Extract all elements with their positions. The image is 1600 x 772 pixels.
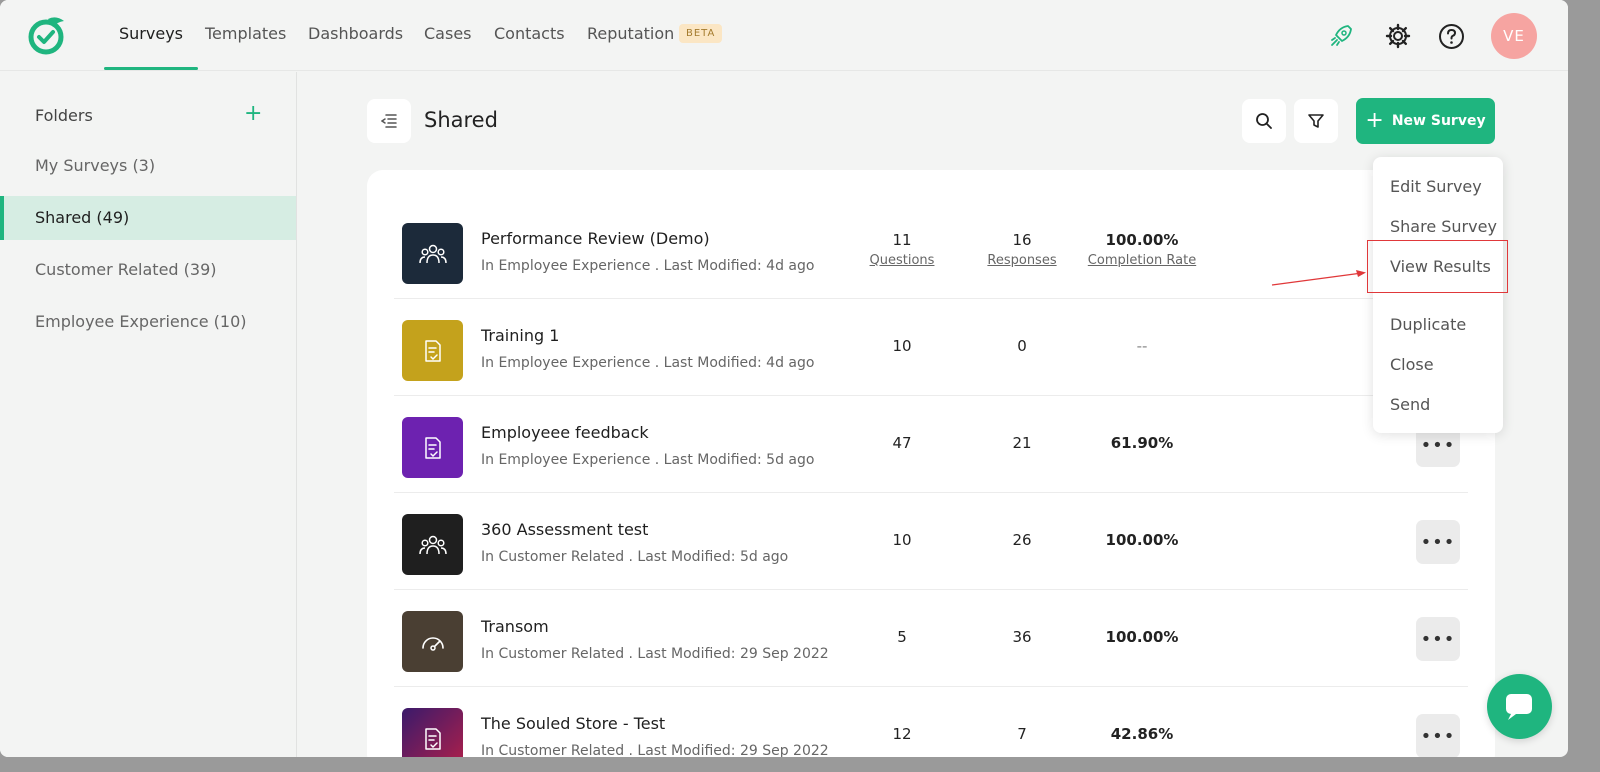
user-avatar[interactable]: VE bbox=[1491, 13, 1537, 59]
menu-send[interactable]: Send bbox=[1390, 395, 1430, 414]
more-options-button[interactable]: ••• bbox=[1416, 714, 1460, 757]
completion-rate: -- bbox=[1136, 337, 1148, 355]
survey-title[interactable]: The Souled Store - Test bbox=[481, 714, 665, 733]
app-window: Surveys Templates Dashboards Cases Conta… bbox=[0, 0, 1568, 757]
rocket-icon[interactable] bbox=[1327, 22, 1355, 50]
completion-rate: 100.00% bbox=[1105, 628, 1179, 646]
responses-count: 36 bbox=[1012, 628, 1032, 646]
completion-rate: 61.90% bbox=[1110, 434, 1174, 452]
completion-rate: 42.86% bbox=[1110, 725, 1174, 743]
survey-title[interactable]: Transom bbox=[481, 617, 549, 636]
survey-thumbnail bbox=[402, 417, 463, 478]
survey-thumbnail bbox=[402, 320, 463, 381]
more-options-button[interactable]: ••• bbox=[1416, 617, 1460, 661]
questions-link[interactable]: Questions bbox=[832, 253, 972, 268]
view-results-highlight bbox=[1367, 240, 1508, 293]
filter-icon bbox=[1308, 114, 1324, 128]
table-row[interactable]: The Souled Store - Test In Customer Rela… bbox=[394, 687, 1468, 757]
survey-meta: In Customer Related . Last Modified: 29 … bbox=[481, 743, 829, 757]
table-row[interactable]: Training 1 In Employee Experience . Last… bbox=[394, 299, 1468, 396]
nav-contacts[interactable]: Contacts bbox=[494, 24, 565, 70]
more-options-button[interactable]: ••• bbox=[1416, 520, 1460, 564]
survey-meta: In Employee Experience . Last Modified: … bbox=[481, 355, 815, 371]
search-icon bbox=[1256, 113, 1272, 129]
responses-link[interactable]: Responses bbox=[952, 253, 1092, 268]
filter-button[interactable] bbox=[1294, 99, 1338, 143]
questions-count: 10 bbox=[892, 531, 912, 549]
document-check-icon bbox=[424, 339, 441, 362]
questions-count: 47 bbox=[892, 434, 912, 452]
gauge-icon bbox=[421, 636, 444, 651]
collapse-sidebar-button[interactable] bbox=[367, 99, 411, 143]
survey-title[interactable]: Employeee feedback bbox=[481, 423, 649, 442]
nav-surveys[interactable]: Surveys bbox=[104, 24, 198, 70]
new-survey-button[interactable]: + New Survey bbox=[1356, 98, 1495, 144]
app-logo-icon[interactable] bbox=[26, 14, 68, 56]
people-icon bbox=[418, 244, 447, 263]
responses-count: 7 bbox=[1017, 725, 1027, 743]
plus-icon: + bbox=[1365, 108, 1384, 133]
page-title: Shared bbox=[424, 108, 498, 132]
nav-dashboards[interactable]: Dashboards bbox=[308, 24, 403, 70]
search-button[interactable] bbox=[1242, 99, 1286, 143]
responses-count: 26 bbox=[1012, 531, 1032, 549]
chat-icon bbox=[1505, 693, 1532, 720]
collapse-icon bbox=[381, 114, 397, 128]
document-check-icon bbox=[424, 436, 441, 459]
questions-count: 11 Questions bbox=[832, 231, 972, 268]
survey-list-card: Performance Review (Demo) In Employee Ex… bbox=[367, 170, 1495, 757]
nav-cases[interactable]: Cases bbox=[424, 24, 472, 70]
gear-icon[interactable] bbox=[1384, 22, 1412, 50]
folders-sidebar: Folders + My Surveys (3) Shared (49) Cus… bbox=[0, 72, 297, 757]
help-icon[interactable] bbox=[1437, 22, 1465, 50]
chat-button[interactable] bbox=[1487, 674, 1552, 739]
completion-rate-link[interactable]: Completion Rate bbox=[1072, 253, 1212, 268]
folder-employee-experience[interactable]: Employee Experience (10) bbox=[0, 300, 296, 344]
folder-shared[interactable]: Shared (49) bbox=[0, 196, 296, 240]
questions-count: 10 bbox=[892, 337, 912, 355]
questions-count: 12 bbox=[892, 725, 912, 743]
folders-title: Folders bbox=[35, 106, 93, 125]
nav-templates[interactable]: Templates bbox=[205, 24, 286, 70]
table-row[interactable]: Employeee feedback In Employee Experienc… bbox=[394, 396, 1468, 493]
completion-rate: 100.00% Completion Rate bbox=[1072, 231, 1212, 268]
menu-edit-survey[interactable]: Edit Survey bbox=[1390, 177, 1482, 196]
menu-duplicate[interactable]: Duplicate bbox=[1390, 315, 1466, 334]
questions-count: 5 bbox=[897, 628, 907, 646]
survey-meta: In Employee Experience . Last Modified: … bbox=[481, 258, 815, 274]
survey-title[interactable]: 360 Assessment test bbox=[481, 520, 648, 539]
survey-thumbnail bbox=[402, 611, 463, 672]
survey-meta: In Employee Experience . Last Modified: … bbox=[481, 452, 815, 468]
table-row[interactable]: Transom In Customer Related . Last Modif… bbox=[394, 590, 1468, 687]
responses-count: 0 bbox=[1017, 337, 1027, 355]
menu-share-survey[interactable]: Share Survey bbox=[1390, 217, 1497, 236]
survey-thumbnail bbox=[402, 708, 463, 757]
add-folder-button[interactable]: + bbox=[244, 102, 262, 126]
beta-badge: BETA bbox=[679, 24, 723, 43]
responses-count: 16 Responses bbox=[952, 231, 1092, 268]
survey-meta: In Customer Related . Last Modified: 29 … bbox=[481, 646, 829, 662]
annotation-arrow-icon bbox=[1271, 270, 1366, 286]
top-navigation: Surveys Templates Dashboards Cases Conta… bbox=[0, 0, 1568, 71]
new-survey-label: New Survey bbox=[1391, 113, 1486, 129]
folder-my-surveys[interactable]: My Surveys (3) bbox=[0, 144, 296, 188]
nav-reputation[interactable]: Reputation bbox=[587, 24, 674, 70]
survey-actions-menu: Edit Survey Share Survey View Results Du… bbox=[1373, 157, 1503, 433]
survey-title[interactable]: Training 1 bbox=[481, 326, 559, 345]
responses-count: 21 bbox=[1012, 434, 1032, 452]
survey-meta: In Customer Related . Last Modified: 5d … bbox=[481, 549, 789, 565]
folder-customer-related[interactable]: Customer Related (39) bbox=[0, 248, 296, 292]
completion-rate: 100.00% bbox=[1105, 531, 1179, 549]
document-check-icon bbox=[424, 727, 441, 750]
people-icon bbox=[418, 535, 447, 554]
menu-close[interactable]: Close bbox=[1390, 355, 1434, 374]
survey-title[interactable]: Performance Review (Demo) bbox=[481, 229, 710, 248]
survey-thumbnail bbox=[402, 514, 463, 575]
survey-thumbnail bbox=[402, 223, 463, 284]
table-row[interactable]: 360 Assessment test In Customer Related … bbox=[394, 493, 1468, 590]
